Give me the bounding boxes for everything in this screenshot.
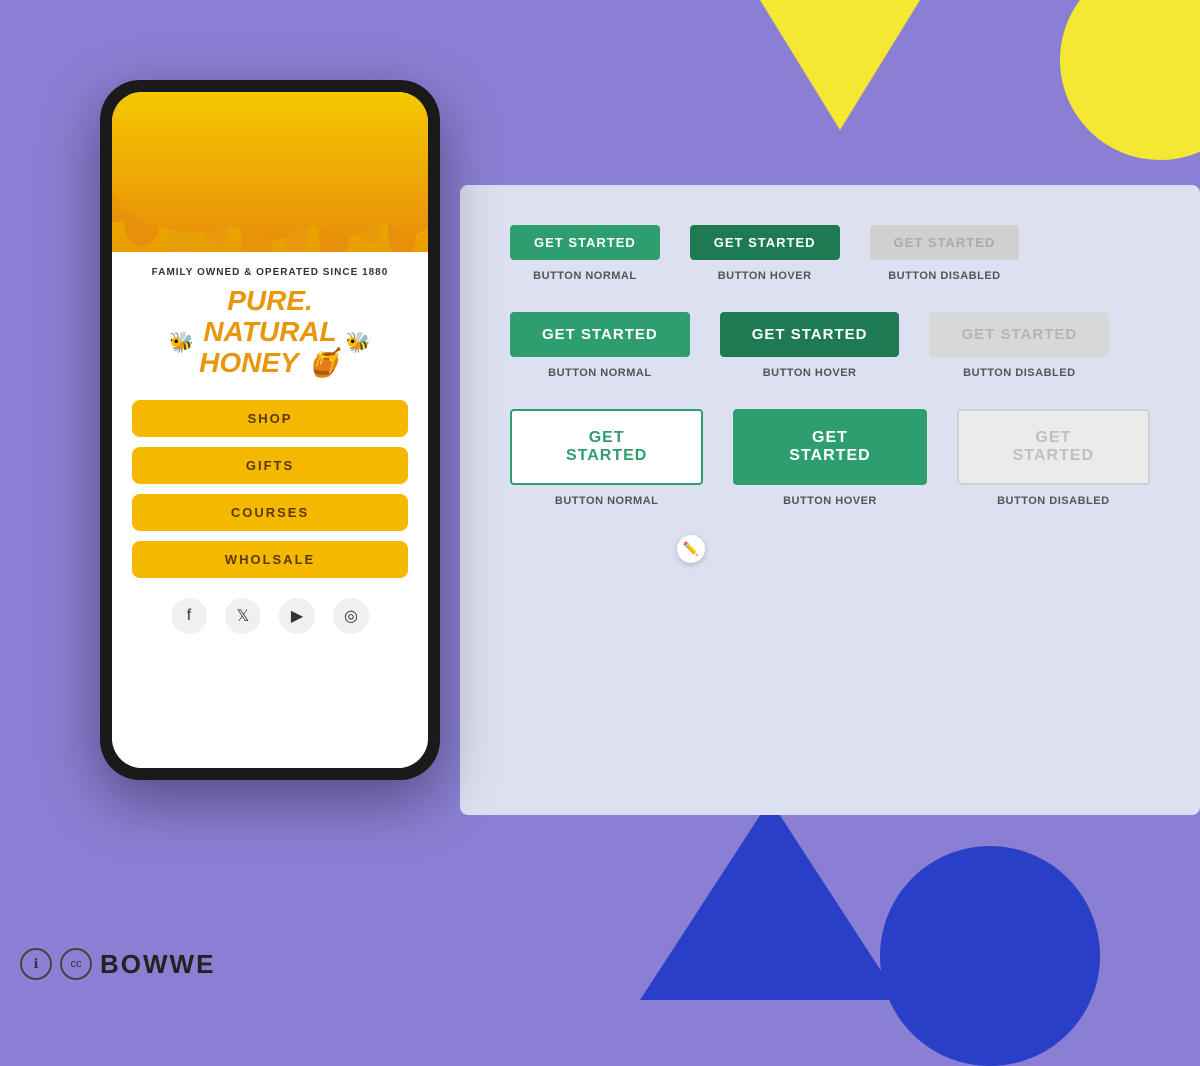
- social-instagram-icon[interactable]: ◎: [333, 598, 369, 634]
- social-facebook-icon[interactable]: f: [171, 598, 207, 634]
- btn-medium-normal-label: BUTTON NORMAL: [548, 367, 651, 379]
- phone-nav-courses[interactable]: COURSES: [132, 494, 408, 531]
- cc-icon: cc: [60, 948, 92, 980]
- btn-small-normal[interactable]: GET STARTED: [510, 225, 660, 260]
- bg-blue-circle: [880, 846, 1100, 1066]
- button-group-small-disabled: GET STARTED BUTTON DISABLED: [870, 225, 1020, 282]
- btn-large-hover[interactable]: GET STARTED: [733, 409, 926, 485]
- button-row-medium: GET STARTED BUTTON NORMAL GET STARTED BU…: [510, 312, 1150, 379]
- btn-large-normal-label: BUTTON NORMAL: [555, 495, 658, 507]
- phone-frame: FAMILY OWNED & OPERATED SINCE 1880 🐝 PUR…: [100, 80, 440, 780]
- bg-yellow-circle: [1060, 0, 1200, 160]
- button-group-medium-normal: GET STARTED BUTTON NORMAL: [510, 312, 690, 379]
- social-youtube-icon[interactable]: ▶: [279, 598, 315, 634]
- btn-large-disabled-label: BUTTON DISABLED: [997, 495, 1109, 507]
- btn-large-normal[interactable]: GET STARTED: [510, 409, 703, 485]
- btn-small-disabled-label: BUTTON DISABLED: [888, 270, 1000, 282]
- phone-tagline: FAMILY OWNED & OPERATED SINCE 1880: [152, 267, 389, 278]
- btn-small-hover[interactable]: GET STARTED: [690, 225, 840, 260]
- btn-medium-normal[interactable]: GET STARTED: [510, 312, 690, 357]
- bg-blue-triangle: [640, 800, 900, 1000]
- button-group-large-hover: GET STARTED BUTTON HOVER: [733, 409, 926, 507]
- phone-content: FAMILY OWNED & OPERATED SINCE 1880 🐝 PUR…: [112, 252, 428, 768]
- phone-nav-wholesale[interactable]: WHOLSALE: [132, 541, 408, 578]
- btn-small-normal-label: BUTTON NORMAL: [533, 270, 636, 282]
- phone-nav-gifts[interactable]: GIFTS: [132, 447, 408, 484]
- phone-mockup: FAMILY OWNED & OPERATED SINCE 1880 🐝 PUR…: [100, 80, 440, 780]
- footer: ℹ cc BOWWE: [20, 948, 215, 980]
- bee-icon-left: 🐝: [169, 330, 194, 355]
- btn-medium-hover[interactable]: GET STARTED: [720, 312, 900, 357]
- btn-small-hover-label: BUTTON HOVER: [718, 270, 812, 282]
- social-twitter-icon[interactable]: 𝕏: [225, 598, 261, 634]
- social-links-row: f 𝕏 ▶ ◎: [171, 598, 369, 634]
- honey-drip-header: [112, 92, 428, 252]
- phone-screen: FAMILY OWNED & OPERATED SINCE 1880 🐝 PUR…: [112, 92, 428, 768]
- bg-yellow-triangle: [760, 0, 920, 130]
- info-icon[interactable]: ℹ: [20, 948, 52, 980]
- btn-medium-disabled: GET STARTED: [929, 312, 1109, 357]
- btn-large-disabled: GET STARTED: [957, 409, 1150, 485]
- phone-nav-shop[interactable]: SHOP: [132, 400, 408, 437]
- bowwe-logo: BOWWE: [100, 949, 215, 980]
- button-group-large-normal: GET STARTED BUTTON NORMAL: [510, 409, 703, 507]
- button-group-medium-hover: GET STARTED BUTTON HOVER: [720, 312, 900, 379]
- button-group-small-normal: GET STARTED BUTTON NORMAL: [510, 225, 660, 282]
- button-group-medium-disabled: GET STARTED BUTTON DISABLED: [929, 312, 1109, 379]
- btn-medium-hover-label: BUTTON HOVER: [763, 367, 857, 379]
- button-row-large: GET STARTED BUTTON NORMAL GET STARTED BU…: [510, 409, 1150, 507]
- btn-medium-disabled-label: BUTTON DISABLED: [963, 367, 1075, 379]
- button-row-small: GET STARTED BUTTON NORMAL GET STARTED BU…: [510, 225, 1150, 282]
- button-showcase-panel: GET STARTED BUTTON NORMAL GET STARTED BU…: [460, 185, 1200, 815]
- btn-large-hover-label: BUTTON HOVER: [783, 495, 877, 507]
- honey-drip-svg: [112, 92, 428, 252]
- bee-icon-right: 🐝: [346, 330, 371, 355]
- btn-small-disabled: GET STARTED: [870, 225, 1020, 260]
- phone-title: PURE. NATURAL HONEY 🍯: [199, 286, 341, 378]
- edit-cursor-icon: [677, 535, 705, 563]
- button-group-small-hover: GET STARTED BUTTON HOVER: [690, 225, 840, 282]
- button-group-large-disabled: GET STARTED BUTTON DISABLED: [957, 409, 1150, 507]
- phone-bees-row: 🐝 PURE. NATURAL HONEY 🍯 🐝: [169, 286, 371, 398]
